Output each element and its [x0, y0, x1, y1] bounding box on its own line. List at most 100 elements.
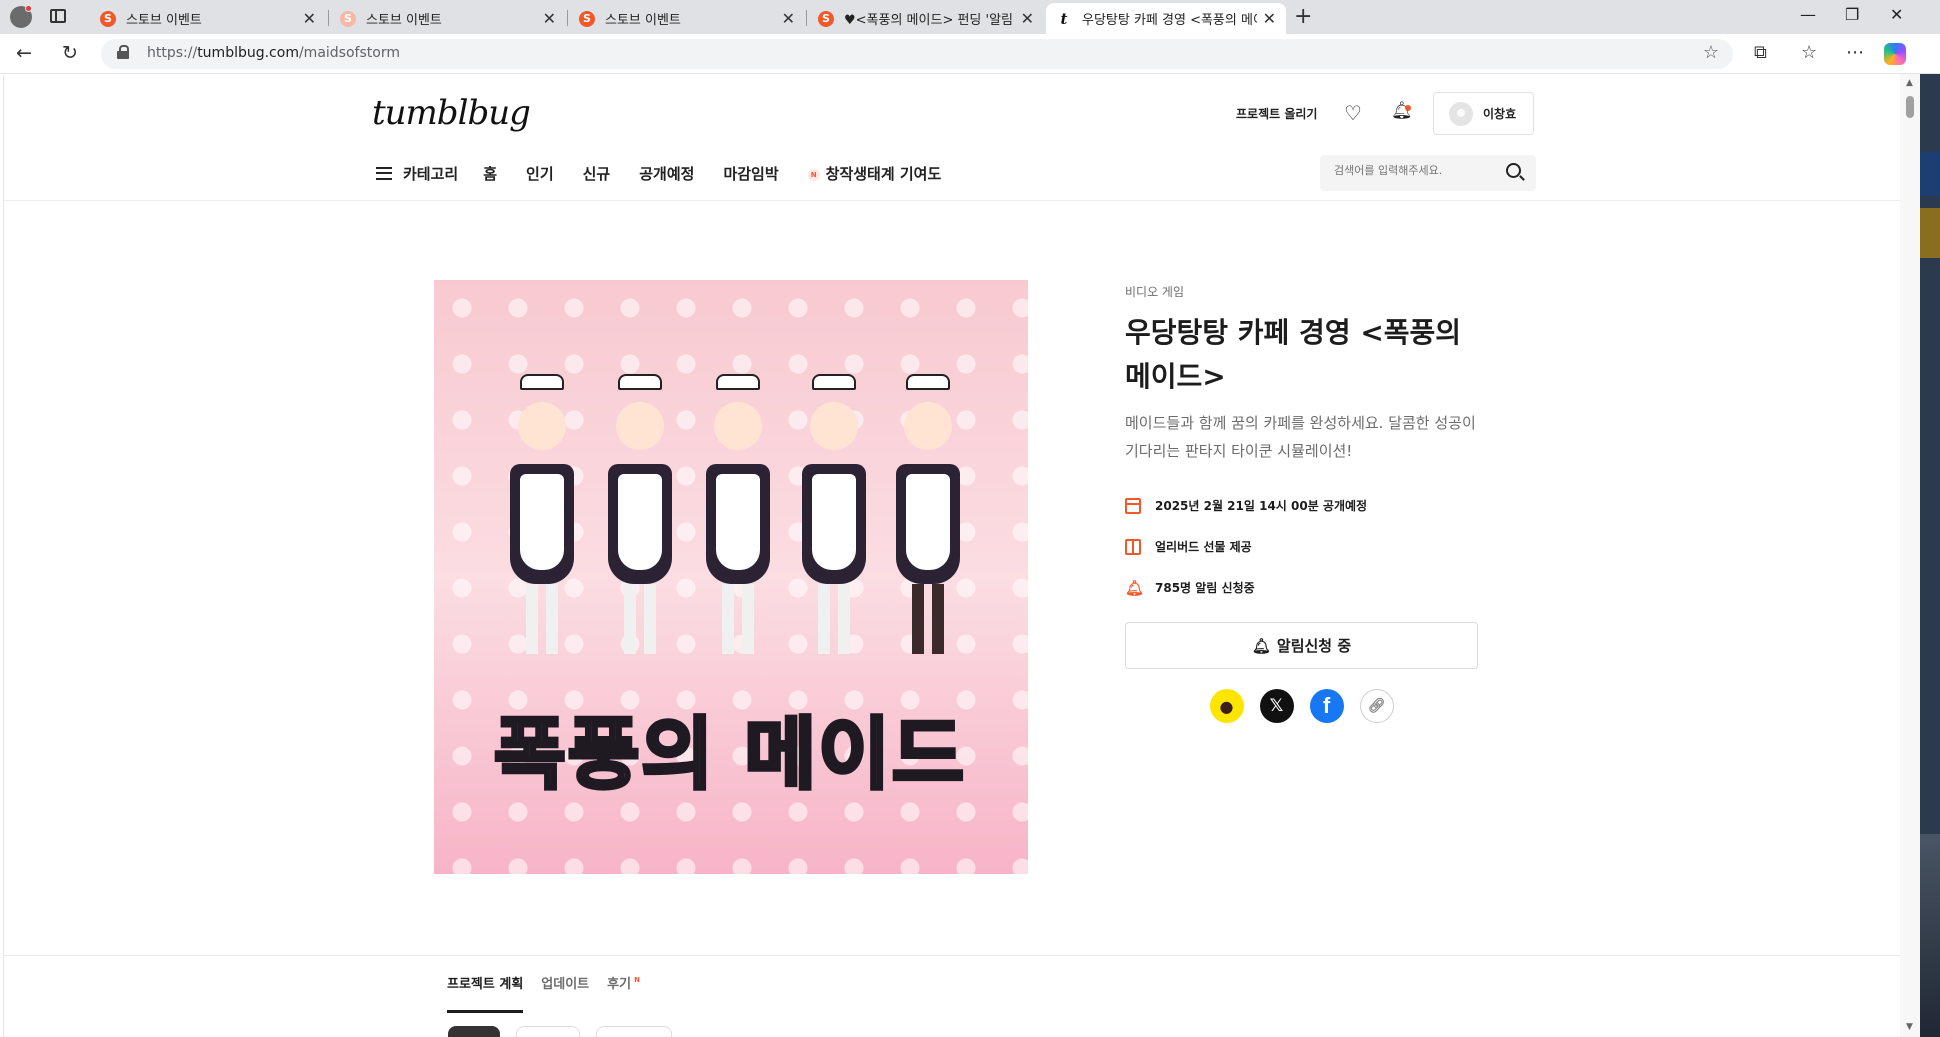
maid-character-white — [882, 364, 974, 664]
x-share-icon[interactable]: 𝕏 — [1259, 689, 1294, 723]
url-text[interactable]: https://tumblbug.com/maidsofstorm — [147, 45, 400, 61]
nav-popular[interactable]: 인기 — [526, 163, 554, 184]
tab-separator — [806, 10, 807, 26]
maid-character-purple — [788, 364, 880, 664]
project-tabs: 프로젝트 계획 업데이트 후기 N — [447, 973, 640, 1013]
project-cover-image: 폭풍의 메이드 — [434, 280, 1028, 874]
cover-logo-text: 폭풍의 메이드 — [492, 708, 966, 802]
copy-link-icon[interactable]: 🔗︎ — [1359, 689, 1394, 723]
tumblbug-logo[interactable]: tumblbug — [372, 93, 531, 133]
notify-button-label: 알림신청 중 — [1276, 637, 1352, 655]
nav-creator-ecosystem[interactable]: N 창작생태계 기여도 — [807, 163, 942, 184]
project-description: 메이드들과 함께 꿈의 카페를 완성하세요. 달콤한 성공이 기다리는 판타지 … — [1125, 414, 1476, 460]
kakaotalk-share-icon[interactable]: ● — [1209, 689, 1244, 723]
new-badge: N — [807, 168, 820, 181]
page-scrollbar[interactable] — [1900, 74, 1920, 1037]
tab-reviews[interactable]: 후기 N — [607, 973, 640, 1013]
stove-favicon-icon: S — [340, 10, 356, 27]
minimize-window-icon[interactable]: — — [1800, 5, 1816, 24]
project-info: 비디오 게임 우당탕탕 카페 경영 <폭풍의 메이드> 메이드들과 함께 꿈의 … — [1125, 283, 1478, 723]
lock-icon[interactable] — [117, 45, 129, 59]
notify-subscribed-button[interactable]: 🔔︎ 알림신청 중 — [1125, 622, 1478, 669]
header-divider — [4, 200, 1901, 201]
early-bird-text: 얼리버드 선물 제공 — [1155, 540, 1252, 554]
tab-title: 우당탕탕 카페 경영 <폭풍의 메이드> — [1082, 13, 1257, 28]
subscribers-row: 🔔︎ 785명 알림 신청중 — [1125, 567, 1478, 608]
address-toolbar: ← ↻ https://tumblbug.com/maidsofstorm ☆ … — [0, 34, 1940, 74]
notification-dot — [1405, 105, 1411, 111]
stove-favicon-icon: S — [818, 10, 834, 27]
favorite-star-icon[interactable]: ☆ — [1703, 42, 1719, 63]
scroll-up-icon[interactable]: ▲ — [1906, 78, 1913, 88]
filter-chip[interactable] — [596, 1026, 672, 1037]
gift-icon — [1125, 538, 1141, 555]
user-menu-button[interactable]: 이창효 — [1433, 92, 1534, 135]
tab-actions-icon[interactable] — [50, 9, 66, 23]
nav-categories[interactable]: 카테고리 — [403, 163, 458, 184]
search-icon[interactable] — [1506, 163, 1521, 178]
filter-chip[interactable] — [516, 1026, 580, 1037]
close-tab-icon[interactable]: ✕ — [782, 9, 795, 28]
nav-home[interactable]: 홈 — [483, 163, 497, 184]
close-tab-icon[interactable]: ✕ — [543, 9, 556, 28]
subscriber-count: 785명 알림 신청중 — [1155, 581, 1255, 595]
address-bar[interactable]: https://tumblbug.com/maidsofstorm ☆ — [101, 39, 1733, 69]
project-category[interactable]: 비디오 게임 — [1125, 283, 1478, 300]
new-badge: N — [634, 976, 640, 984]
nav-upcoming[interactable]: 공개예정 — [639, 163, 694, 184]
user-name: 이창효 — [1483, 107, 1517, 121]
tab-updates[interactable]: 업데이트 — [541, 973, 589, 1013]
browser-tab-strip: S 스토브 이벤트 ✕ S 스토브 이벤트 ✕ S 스토브 이벤트 ✕ S ♥<… — [0, 0, 1940, 34]
heart-icon[interactable]: ♡ — [1344, 101, 1362, 125]
browser-tab-1[interactable]: S 스토브 이벤트 ✕ — [90, 3, 326, 34]
scrollbar-thumb[interactable] — [1906, 96, 1914, 118]
search-input[interactable] — [1334, 164, 1494, 177]
scroll-down-icon[interactable]: ▼ — [1906, 1022, 1913, 1032]
browser-tab-2[interactable]: S 스토브 이벤트 ✕ — [330, 3, 566, 34]
browser-tab-4[interactable]: S ♥<폭풍의 메이드> 펀딩 '알림 신 ✕ — [808, 3, 1044, 34]
restore-window-icon[interactable]: ❐ — [1845, 5, 1859, 24]
close-tab-icon[interactable]: ✕ — [303, 9, 316, 28]
close-tab-icon[interactable]: ✕ — [1021, 9, 1034, 28]
launch-date: 2025년 2월 21일 14시 00분 공개예정 — [1155, 499, 1368, 513]
tab-separator — [567, 10, 568, 26]
nav-creator-ecosystem-label: 창작생태계 기여도 — [825, 164, 942, 183]
tab-project-plan[interactable]: 프로젝트 계획 — [447, 973, 524, 1013]
tab-title: 스토브 이벤트 — [605, 13, 681, 28]
project-title: 우당탕탕 카페 경영 <폭풍의 메이드> — [1125, 316, 1462, 393]
search-box — [1320, 155, 1536, 191]
tabs-divider — [4, 955, 1901, 956]
reload-icon[interactable]: ↻ — [62, 42, 78, 64]
close-window-icon[interactable]: ✕ — [1890, 5, 1903, 24]
favorites-icon[interactable]: ☆ — [1801, 42, 1817, 63]
close-tab-icon[interactable]: ✕ — [1263, 9, 1276, 28]
extensions-icon[interactable]: ⧉ — [1754, 42, 1767, 63]
early-bird-row: 얼리버드 선물 제공 — [1125, 526, 1478, 567]
upload-project-link[interactable]: 프로젝트 올리기 — [1236, 105, 1317, 122]
stove-favicon-icon: S — [100, 10, 116, 27]
new-tab-icon[interactable]: + — [1294, 4, 1312, 29]
browser-tab-3[interactable]: S 스토브 이벤트 ✕ — [569, 3, 805, 34]
tab-title: 스토브 이벤트 — [126, 13, 202, 28]
more-menu-icon[interactable]: ⋯ — [1846, 42, 1864, 63]
tab-separator — [328, 10, 329, 26]
bell-icon[interactable]: 🔔︎ — [1391, 101, 1413, 121]
profile-notification-dot — [25, 5, 32, 12]
back-icon[interactable]: ← — [16, 42, 32, 64]
tab-title: ♥<폭풍의 메이드> 펀딩 '알림 신 — [844, 13, 1015, 28]
facebook-share-icon[interactable]: f — [1309, 689, 1344, 723]
copilot-icon[interactable] — [1884, 43, 1906, 65]
filter-chip[interactable] — [448, 1026, 500, 1037]
browser-tab-5-active[interactable]: t 우당탕탕 카페 경영 <폭풍의 메이드> ✕ — [1046, 3, 1286, 34]
maid-character-red — [594, 364, 686, 664]
bell-check-icon: 🔔︎ — [1251, 636, 1271, 655]
avatar — [1449, 101, 1473, 126]
nav-ending-soon[interactable]: 마감임박 — [723, 163, 778, 184]
desktop-background-edge — [1920, 74, 1940, 1037]
launch-date-row: 2025년 2월 21일 14시 00분 공개예정 — [1125, 485, 1478, 526]
nav-new[interactable]: 신규 — [583, 163, 611, 184]
stove-favicon-icon: S — [579, 10, 595, 27]
maid-character-green — [496, 364, 588, 664]
hamburger-menu-icon[interactable] — [376, 166, 392, 180]
bell-icon: 🔔︎ — [1125, 578, 1145, 597]
